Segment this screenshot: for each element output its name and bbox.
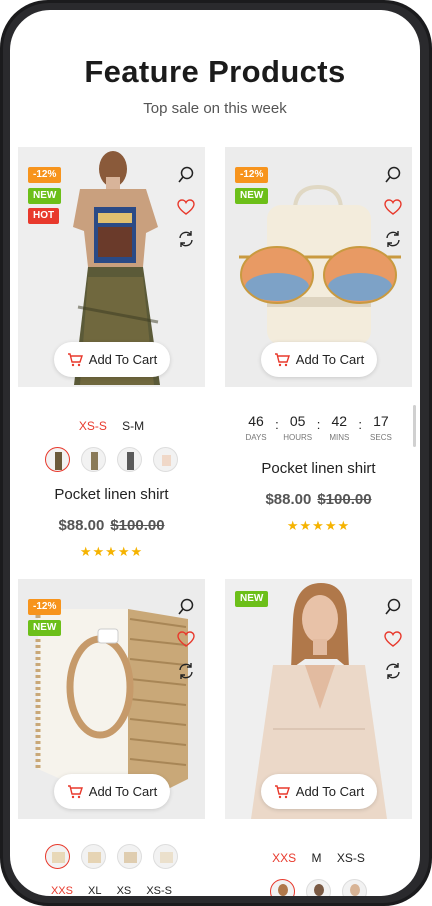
add-to-cart-button[interactable]: Add To Cart [261,342,377,377]
color-swatch[interactable] [81,447,106,472]
add-to-cart-button[interactable]: Add To Cart [54,774,170,809]
color-swatch[interactable] [45,844,70,869]
color-swatches [18,844,205,869]
heart-icon[interactable] [175,628,197,650]
cart-icon [274,784,290,798]
compare-icon[interactable] [382,228,404,250]
product-image[interactable]: NEW Add To Cart [225,579,412,819]
product-image[interactable]: -12% NEW Add To Cart [225,147,412,387]
scrollbar[interactable] [413,405,416,447]
size-option[interactable]: XS-S [337,851,365,865]
discount-badge: -12% [235,167,269,183]
color-swatch[interactable] [342,879,367,896]
compare-icon[interactable] [382,660,404,682]
section-subtitle: Top sale on this week [143,100,287,117]
heart-icon[interactable] [175,196,197,218]
cart-icon [67,784,83,798]
search-icon[interactable] [382,164,404,186]
search-icon[interactable] [175,164,197,186]
countdown-mins: 42 MINS [329,413,350,442]
color-swatches [18,447,205,472]
countdown-timer: 46 DAYS : 05 HOURS : 42 MINS : 17 SECS [225,413,412,442]
heart-icon[interactable] [382,628,404,650]
cart-icon [274,352,290,366]
rating-stars: ★★★★★ [79,544,144,559]
product-image[interactable]: -12% NEW Add To Cart [18,579,205,819]
color-swatch[interactable] [153,447,178,472]
color-swatches [225,879,412,896]
new-badge: NEW [28,188,62,204]
search-icon[interactable] [175,596,197,618]
section-title: Feature Products [84,54,346,89]
size-option[interactable]: XS-S [146,885,172,896]
new-badge: NEW [235,188,269,204]
countdown-hours: 05 HOURS [283,413,313,442]
color-swatch[interactable] [117,447,142,472]
add-to-cart-label: Add To Cart [88,352,158,367]
size-option[interactable]: S-M [122,419,144,433]
old-price: $100.00 [317,491,372,508]
product-card[interactable]: NEW Add To Cart XXS M XS-S [225,579,412,896]
color-swatch[interactable] [153,844,178,869]
countdown-secs: 17 SECS [370,413,392,442]
product-name[interactable]: Pocket linen shirt [225,460,412,477]
color-swatch[interactable] [81,844,106,869]
add-to-cart-label: Add To Cart [295,352,365,367]
add-to-cart-label: Add To Cart [295,784,365,799]
size-option[interactable]: XS-S [79,419,107,433]
product-image[interactable]: -12% NEW HOT Add To Cart [18,147,205,387]
size-option[interactable]: XXS [272,851,296,865]
color-swatch[interactable] [117,844,142,869]
countdown-days: 46 DAYS [245,413,267,442]
product-card[interactable]: -12% NEW HOT Add To Cart XS-S S-M Pocket… [18,147,205,567]
size-options: XXS XL XS XS-S [18,885,205,896]
discount-badge: -12% [28,599,62,615]
new-badge: NEW [28,620,62,636]
product-card[interactable]: -12% NEW Add To Cart 46 DAYS : 05 HOURS : … [225,147,412,567]
hot-badge: HOT [28,208,60,224]
color-swatch[interactable] [270,879,295,896]
size-option[interactable]: M [312,851,322,865]
size-option[interactable]: XXS [51,885,73,896]
size-option[interactable]: XL [88,885,101,896]
product-name[interactable]: Pocket linen shirt [18,486,205,503]
search-icon[interactable] [382,596,404,618]
compare-icon[interactable] [175,228,197,250]
heart-icon[interactable] [382,196,404,218]
add-to-cart-label: Add To Cart [88,784,158,799]
size-options: XXS M XS-S [225,851,412,865]
current-price: $88.00 [58,517,105,534]
add-to-cart-button[interactable]: Add To Cart [261,774,377,809]
rating-stars: ★★★★★ [286,518,351,533]
product-price: $88.00 $100.00 [18,517,205,534]
discount-badge: -12% [28,167,62,183]
screen: Feature Products Top sale on this week -… [10,10,420,896]
new-badge: NEW [235,591,269,607]
size-options: XS-S S-M [18,419,205,433]
current-price: $88.00 [265,491,312,508]
cart-icon [67,352,83,366]
product-price: $88.00 $100.00 [225,491,412,508]
product-card[interactable]: -12% NEW Add To Cart XXS XL XS XS-S [18,579,205,896]
color-swatch[interactable] [306,879,331,896]
old-price: $100.00 [110,517,165,534]
compare-icon[interactable] [175,660,197,682]
color-swatch[interactable] [45,447,70,472]
size-option[interactable]: XS [117,885,132,896]
add-to-cart-button[interactable]: Add To Cart [54,342,170,377]
